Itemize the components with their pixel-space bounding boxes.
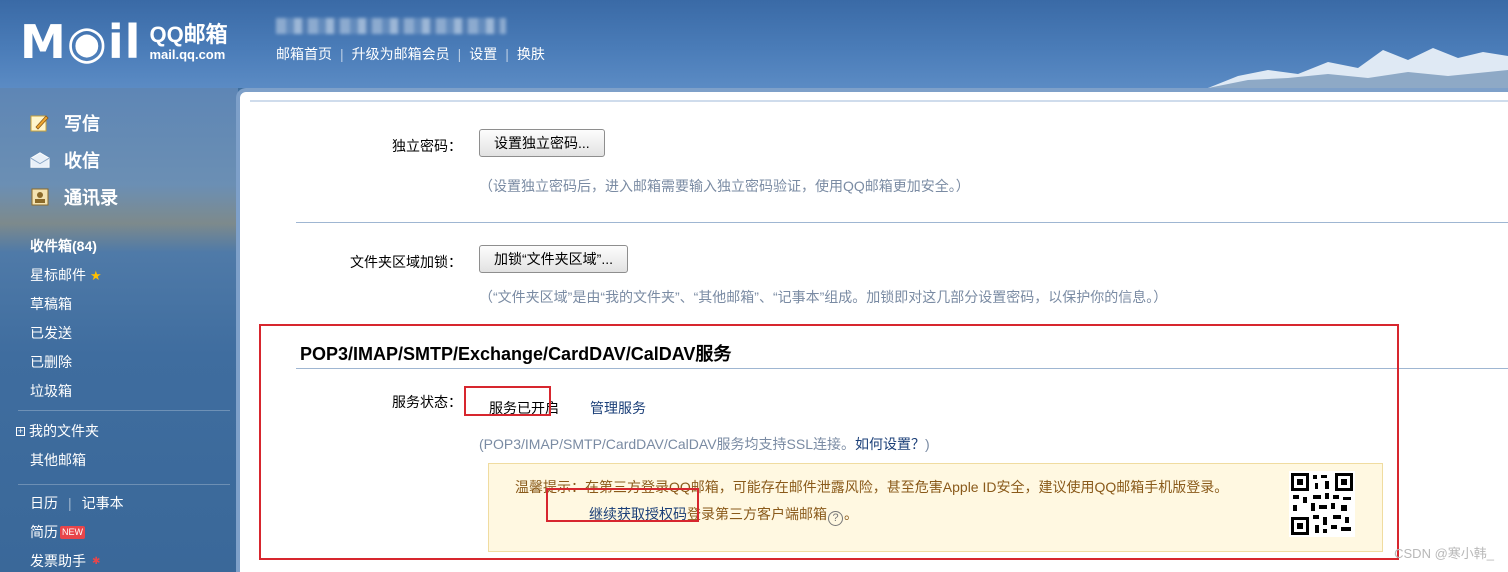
settings-panel: 独立密码： 设置独立密码... （设置独立密码后，进入邮箱需要输入独立密码验证，… (236, 88, 1508, 572)
left-sidebar: 写信 收信 通讯录 收件箱(84) 星标邮件 ★ 草稿箱 已发送 已删除 垃圾箱… (0, 88, 238, 572)
tools-separator: | (68, 495, 72, 511)
top-header: M◉il QQ邮箱 mail.qq.com 邮箱首页 | 升级为邮箱会员 | 设… (0, 0, 1508, 88)
nav-separator: | (457, 46, 462, 62)
new-badge: NEW (60, 526, 85, 539)
section-divider (296, 222, 1508, 223)
folder-starred[interactable]: 星标邮件 ★ (30, 261, 102, 290)
folder-starred-label: 星标邮件 (30, 267, 86, 283)
folder-trash[interactable]: 垃圾箱 (30, 377, 102, 406)
red-dot-icon: ✱ (92, 556, 101, 567)
folder-sent[interactable]: 已发送 (30, 319, 102, 348)
sidebar-divider (18, 410, 230, 411)
resume-label: 简历 (30, 524, 58, 540)
top-navigation: 邮箱首页 | 升级为邮箱会员 | 设置 | 换肤 (276, 44, 545, 64)
invoice-assistant-link[interactable]: 发票助手 ✱ (30, 547, 124, 572)
receive-mail-label: 收信 (64, 150, 100, 171)
folder-lock-hint: （“文件夹区域”是由“我的文件夹”、“其他邮箱”、“记事本”组成。加锁即对这几部… (479, 289, 1168, 305)
tools-row: 日历 | 记事本 (30, 489, 124, 518)
contacts-label: 通讯录 (64, 187, 118, 208)
main-actions: 写信 收信 通讯录 (30, 104, 118, 215)
csdn-watermark: CSDN @寒小韩_ (1394, 546, 1494, 561)
folder-my-folders-label: 我的文件夹 (29, 423, 99, 439)
settings-content: 独立密码： 设置独立密码... （设置独立密码后，进入邮箱需要输入独立密码验证，… (250, 100, 1508, 572)
logo-url-text: mail.qq.com (149, 46, 226, 62)
nav-settings[interactable]: 设置 (469, 44, 497, 64)
annotation-box-auth-code (546, 488, 699, 522)
logo-qq-text: QQ邮箱 (149, 21, 228, 47)
annotation-box-service-section (259, 324, 1399, 560)
nav-mail-home[interactable]: 邮箱首页 (276, 44, 332, 64)
qq-mail-logo[interactable]: M◉il QQ邮箱 mail.qq.com (20, 15, 228, 69)
compose-button[interactable]: 写信 (30, 104, 118, 141)
folder-inbox[interactable]: 收件箱(84) (30, 232, 102, 261)
star-icon: ★ (90, 268, 102, 283)
independent-password-label: 独立密码： (392, 138, 462, 154)
folder-list-tools: 日历 | 记事本 简历 NEW 发票助手 ✱ (30, 489, 124, 572)
annotation-box-status (464, 386, 551, 416)
resume-link[interactable]: 简历 NEW (30, 518, 124, 547)
nav-upgrade-member[interactable]: 升级为邮箱会员 (352, 44, 450, 64)
calendar-link[interactable]: 日历 (30, 489, 58, 518)
folder-lock-label: 文件夹区域加锁： (350, 254, 462, 270)
mountain-skin-decoration (1208, 48, 1508, 88)
receive-mail-button[interactable]: 收信 (30, 141, 118, 178)
independent-password-hint: （设置独立密码后，进入邮箱需要输入独立密码验证，使用QQ邮箱更加安全。） (479, 178, 970, 194)
contacts-icon (30, 187, 50, 207)
invoice-label: 发票助手 (30, 553, 86, 569)
lock-folder-area-button[interactable]: 加锁“文件夹区域”... (479, 245, 628, 273)
folder-other-mailbox[interactable]: 其他邮箱 (30, 446, 99, 475)
sidebar-divider (18, 484, 230, 485)
blurred-user-account (276, 18, 506, 34)
contacts-button[interactable]: 通讯录 (30, 178, 118, 215)
folder-list-secondary: + 我的文件夹 其他邮箱 (16, 417, 99, 475)
logo-mail-wordmark: M◉il (20, 15, 142, 69)
nav-separator: | (340, 46, 344, 62)
compose-label: 写信 (64, 113, 100, 134)
folder-list: 收件箱(84) 星标邮件 ★ 草稿箱 已发送 已删除 垃圾箱 (30, 232, 102, 406)
compose-icon (30, 113, 50, 133)
folder-drafts[interactable]: 草稿箱 (30, 290, 102, 319)
set-independent-password-button[interactable]: 设置独立密码... (479, 129, 605, 157)
folder-my-folders[interactable]: + 我的文件夹 (16, 417, 99, 446)
inbox-envelope-icon (30, 150, 50, 170)
expand-plus-icon[interactable]: + (16, 427, 25, 436)
folder-deleted[interactable]: 已删除 (30, 348, 102, 377)
nav-separator: | (505, 46, 509, 62)
nav-change-skin[interactable]: 换肤 (517, 44, 545, 64)
notepad-link[interactable]: 记事本 (82, 489, 124, 518)
